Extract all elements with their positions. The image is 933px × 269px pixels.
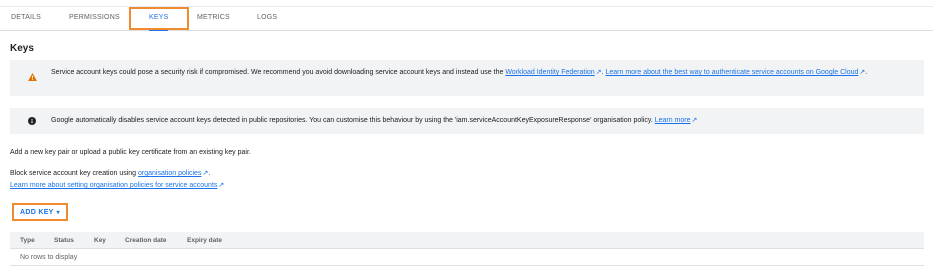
intro-text: Add a new key pair or upload a public ke… bbox=[10, 149, 251, 156]
public-repo-info-callout: Google automatically disables service ac… bbox=[10, 108, 924, 134]
tab-details[interactable]: DETAILS bbox=[11, 7, 41, 30]
info-learn-more-link[interactable]: Learn more bbox=[655, 117, 691, 124]
add-key-button[interactable]: ADD KEY ▾ bbox=[12, 203, 68, 221]
workload-identity-federation-link[interactable]: Workload Identity Federation bbox=[505, 69, 594, 76]
tab-metrics[interactable]: METRICS bbox=[197, 7, 230, 30]
external-link-icon: ↗ bbox=[691, 117, 698, 124]
external-link-icon: ↗ bbox=[218, 182, 225, 189]
keys-table-header: Type Status Key Creation date Expiry dat… bbox=[10, 232, 924, 249]
tab-permissions[interactable]: PERMISSIONS bbox=[69, 7, 120, 30]
security-warning-callout: Service account keys could pose a securi… bbox=[10, 60, 924, 96]
warning-text: Service account keys could pose a securi… bbox=[51, 69, 506, 76]
warning-triangle-icon bbox=[27, 72, 37, 82]
caret-down-icon: ▾ bbox=[56, 209, 60, 216]
block-key-creation-text: Block service account key creation using… bbox=[10, 170, 211, 177]
organisation-policies-link[interactable]: organisation policies bbox=[138, 170, 201, 177]
authenticate-service-accounts-link[interactable]: Learn more about the best way to authent… bbox=[605, 69, 858, 76]
tab-bar: DETAILS PERMISSIONS KEYS METRICS LOGS bbox=[0, 7, 933, 31]
column-header-type[interactable]: Type bbox=[20, 232, 35, 249]
info-filled-icon bbox=[27, 116, 37, 126]
column-header-creation-date[interactable]: Creation date bbox=[125, 232, 167, 249]
column-header-status[interactable]: Status bbox=[54, 232, 74, 249]
table-empty-row: No rows to display bbox=[10, 249, 924, 266]
empty-table-message: No rows to display bbox=[20, 254, 78, 261]
learn-org-policies-link[interactable]: Learn more about setting organisation po… bbox=[10, 182, 217, 189]
info-text: Google automatically disables service ac… bbox=[51, 117, 655, 124]
tab-keys[interactable]: KEYS bbox=[149, 7, 169, 31]
tab-logs[interactable]: LOGS bbox=[257, 7, 277, 30]
page-title: Keys bbox=[10, 43, 34, 54]
column-header-expiry-date[interactable]: Expiry date bbox=[187, 232, 222, 249]
column-header-key[interactable]: Key bbox=[94, 232, 106, 249]
learn-org-policies-line: Learn more about setting organisation po… bbox=[10, 181, 224, 189]
